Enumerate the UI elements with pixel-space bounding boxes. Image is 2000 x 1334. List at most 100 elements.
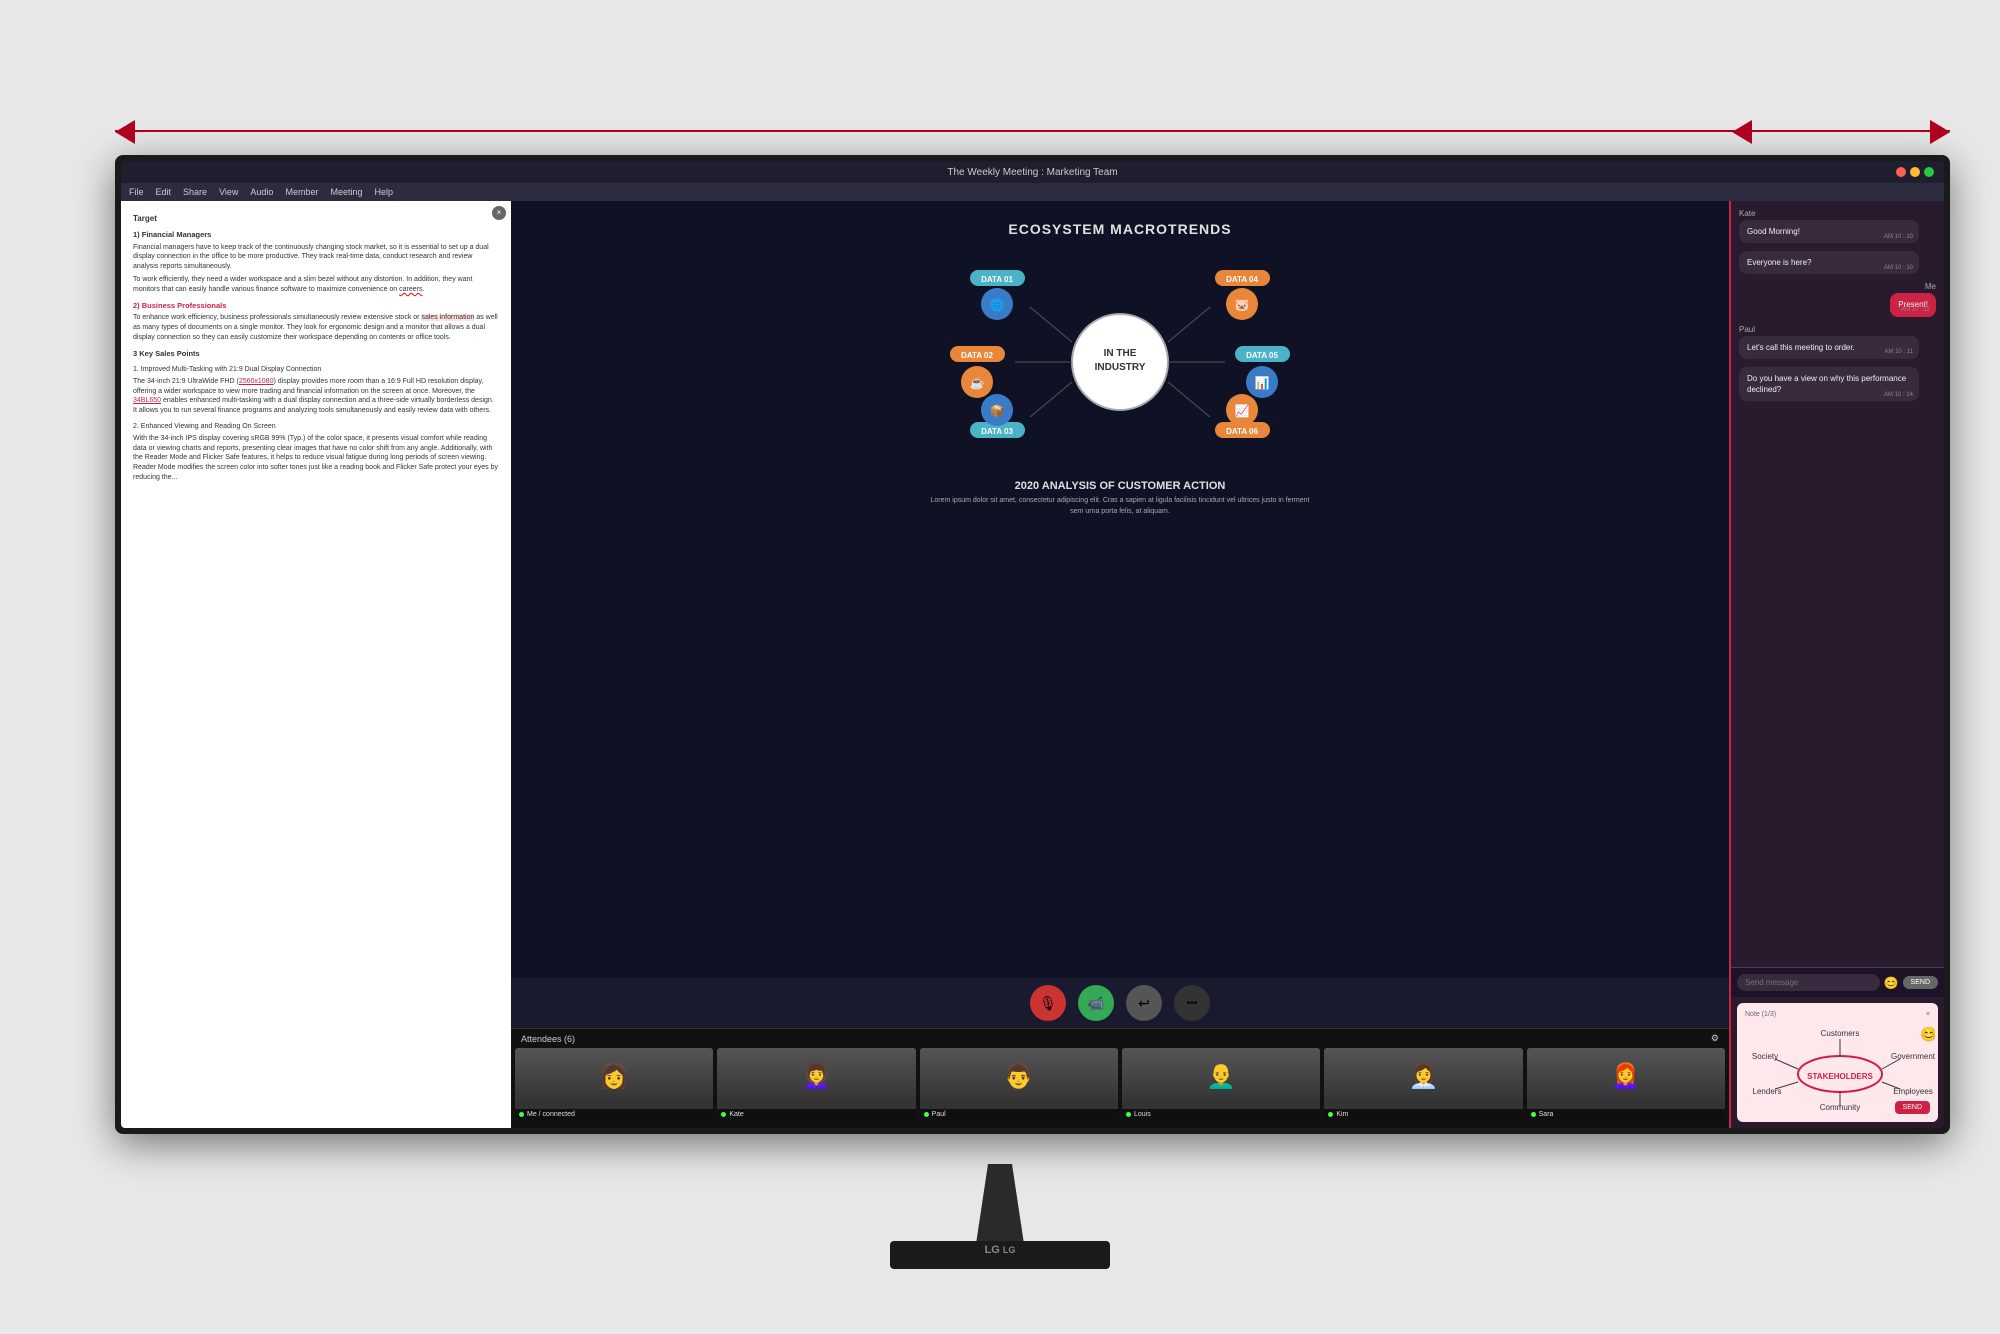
chat-bubble-4: Let's call this meeting to order. AM 10 … — [1739, 336, 1919, 359]
lg-logo: LG LG — [985, 1244, 1016, 1256]
menu-audio[interactable]: Audio — [250, 187, 273, 197]
monitor-screen: The Weekly Meeting : Marketing Team File… — [121, 161, 1944, 1128]
video-button[interactable]: 📹 — [1078, 985, 1114, 1021]
document-close-button[interactable]: × — [492, 206, 506, 220]
attendees-header: Attendees (6) ⚙ — [511, 1029, 1729, 1048]
attendee-sara-label: Sara — [1527, 1109, 1725, 1120]
menu-member[interactable]: Member — [285, 187, 318, 197]
more-button[interactable]: ••• — [1174, 985, 1210, 1021]
svg-text:INDUSTRY: INDUSTRY — [1095, 362, 1146, 373]
status-dot-me — [519, 1112, 524, 1117]
attendees-strip: Attendees (6) ⚙ 👩 Me / connected 👩 — [511, 1028, 1729, 1128]
attendees-settings-icon[interactable]: ⚙ — [1711, 1033, 1719, 1044]
attendees-grid: 👩 Me / connected 👩‍🦱 Kate — [511, 1048, 1729, 1120]
window-controls — [1896, 167, 1934, 177]
doc-section1-title: 1) Financial Managers — [133, 230, 499, 241]
share-icon: ↩ — [1138, 995, 1150, 1012]
attendee-me-face: 👩 — [515, 1048, 713, 1104]
attendee-paul-label: Paul — [920, 1109, 1118, 1120]
svg-text:🌐: 🌐 — [990, 298, 1005, 312]
svg-text:🐷: 🐷 — [1235, 298, 1250, 312]
attendee-kate-label: Kate — [717, 1109, 915, 1120]
svg-text:DATA 05: DATA 05 — [1246, 351, 1278, 360]
attendee-louis: 👨‍🦲 Louis — [1122, 1048, 1320, 1120]
chat-bubble-2: Everyone is here? AM 10 : 10 — [1739, 251, 1919, 274]
chat-time-4: AM 10 : 11 — [1884, 348, 1913, 356]
video-icon: 📹 — [1087, 995, 1104, 1012]
chat-msg-paul2: Do you have a view on why this performan… — [1739, 367, 1936, 401]
attendee-paul: 👨 Paul — [920, 1048, 1118, 1120]
attendee-kate-face: 👩‍🦱 — [717, 1048, 915, 1104]
chat-bubble-3: Present! AM 10 : 12 — [1890, 293, 1936, 316]
ksp1-title: 1. Improved Multi-Tasking with 21:9 Dual… — [133, 365, 499, 375]
maximize-dot[interactable] — [1924, 167, 1934, 177]
status-dot-paul — [924, 1112, 929, 1117]
menu-file[interactable]: File — [129, 187, 144, 197]
svg-text:IN THE: IN THE — [1104, 348, 1137, 359]
attendee-kim-face: 👩‍💼 — [1324, 1048, 1522, 1104]
share-button[interactable]: ↩ — [1126, 985, 1162, 1021]
ksp1-text: The 34-inch 21:9 UltraWide FHD (2560x108… — [133, 377, 499, 416]
svg-text:DATA 06: DATA 06 — [1226, 427, 1258, 436]
chat-time-3: AM 10 : 12 — [1901, 306, 1930, 314]
chat-messages-area: Kate Good Morning! AM 10 : 10 Everyone i… — [1731, 201, 1944, 967]
mic-icon: 🎙 — [1039, 995, 1057, 1012]
note-header: Note (1/3) × — [1745, 1011, 1930, 1018]
svg-text:📊: 📊 — [1255, 376, 1270, 390]
attendees-count: Attendees (6) — [521, 1034, 575, 1044]
menu-share[interactable]: Share — [183, 187, 207, 197]
svg-text:📦: 📦 — [990, 404, 1005, 418]
chat-msg-paul: Paul Let's call this meeting to order. A… — [1739, 325, 1936, 359]
arrow-left — [115, 120, 135, 144]
infographic-diagram: IN THE INDUSTRY DATA 01 — [910, 252, 1330, 472]
menu-meeting[interactable]: Meeting — [330, 187, 362, 197]
attendee-kim-label: Kim — [1324, 1109, 1522, 1120]
svg-text:STAKEHOLDERS: STAKEHOLDERS — [1807, 1072, 1873, 1081]
svg-text:Society: Society — [1752, 1052, 1778, 1061]
attendee-paul-face: 👨 — [920, 1048, 1118, 1104]
note-content: 😊 STAKEHOLDERS Customers Society Governm… — [1745, 1024, 1930, 1114]
menu-edit[interactable]: Edit — [156, 187, 172, 197]
chat-input[interactable] — [1737, 974, 1880, 991]
sub-arrow-line — [1730, 130, 1950, 132]
attendee-me-label: Me / connected — [515, 1109, 713, 1120]
svg-text:📈: 📈 — [1235, 404, 1250, 418]
model-link: 34BL650 — [133, 397, 161, 404]
attendee-kate: 👩‍🦱 Kate — [717, 1048, 915, 1120]
infographic-svg: IN THE INDUSTRY DATA 01 — [910, 252, 1330, 472]
note-title: Note (1/3) — [1745, 1011, 1776, 1018]
send-button[interactable]: SEND — [1903, 976, 1938, 989]
chat-panel: Kate Good Morning! AM 10 : 10 Everyone i… — [1729, 201, 1944, 1128]
chat-bubble-5: Do you have a view on why this performan… — [1739, 367, 1919, 401]
monitor-outer: The Weekly Meeting : Marketing Team File… — [115, 155, 1950, 1134]
note-close-button[interactable]: × — [1926, 1011, 1930, 1018]
doc-section2-title: 2) Business Professionals — [133, 301, 499, 312]
menu-view[interactable]: View — [219, 187, 238, 197]
main-content: × Target 1) Financial Managers Financial… — [121, 201, 1944, 1128]
measurement-arrow — [115, 100, 1950, 160]
meeting-controls: 🎙 📹 ↩ ••• — [511, 978, 1729, 1028]
attendee-sara: 👩‍🦰 Sara — [1527, 1048, 1725, 1120]
svg-text:☕: ☕ — [970, 375, 985, 390]
note-send-button[interactable]: SEND — [1895, 1101, 1930, 1114]
window-title: The Weekly Meeting : Marketing Team — [947, 167, 1117, 178]
svg-text:Government: Government — [1891, 1052, 1935, 1061]
status-dot-kate — [721, 1112, 726, 1117]
slide-title: ECOSYSTEM MACROTRENDS — [1008, 221, 1231, 237]
minimize-dot[interactable] — [1910, 167, 1920, 177]
attendee-louis-face: 👨‍🦲 — [1122, 1048, 1320, 1104]
status-dot-louis — [1126, 1112, 1131, 1117]
attendee-louis-label: Louis — [1122, 1109, 1320, 1120]
svg-text:Customers: Customers — [1821, 1029, 1860, 1038]
svg-text:DATA 04: DATA 04 — [1226, 275, 1258, 284]
sub-arrow-right — [1930, 120, 1950, 144]
mic-button[interactable]: 🎙 — [1030, 985, 1066, 1021]
close-dot[interactable] — [1896, 167, 1906, 177]
ksp2-text: With the 34-inch IPS display covering sR… — [133, 434, 499, 483]
monitor-stand — [970, 1164, 1030, 1244]
emoji-icon[interactable]: 😊 — [1884, 976, 1899, 990]
doc-section1-text2: To work efficiently, they need a wider w… — [133, 275, 499, 295]
presentation-area: ECOSYSTEM MACROTRENDS IN THE INDUSTRY — [511, 201, 1729, 978]
sub-arrow-left — [1732, 120, 1752, 144]
menu-help[interactable]: Help — [375, 187, 394, 197]
